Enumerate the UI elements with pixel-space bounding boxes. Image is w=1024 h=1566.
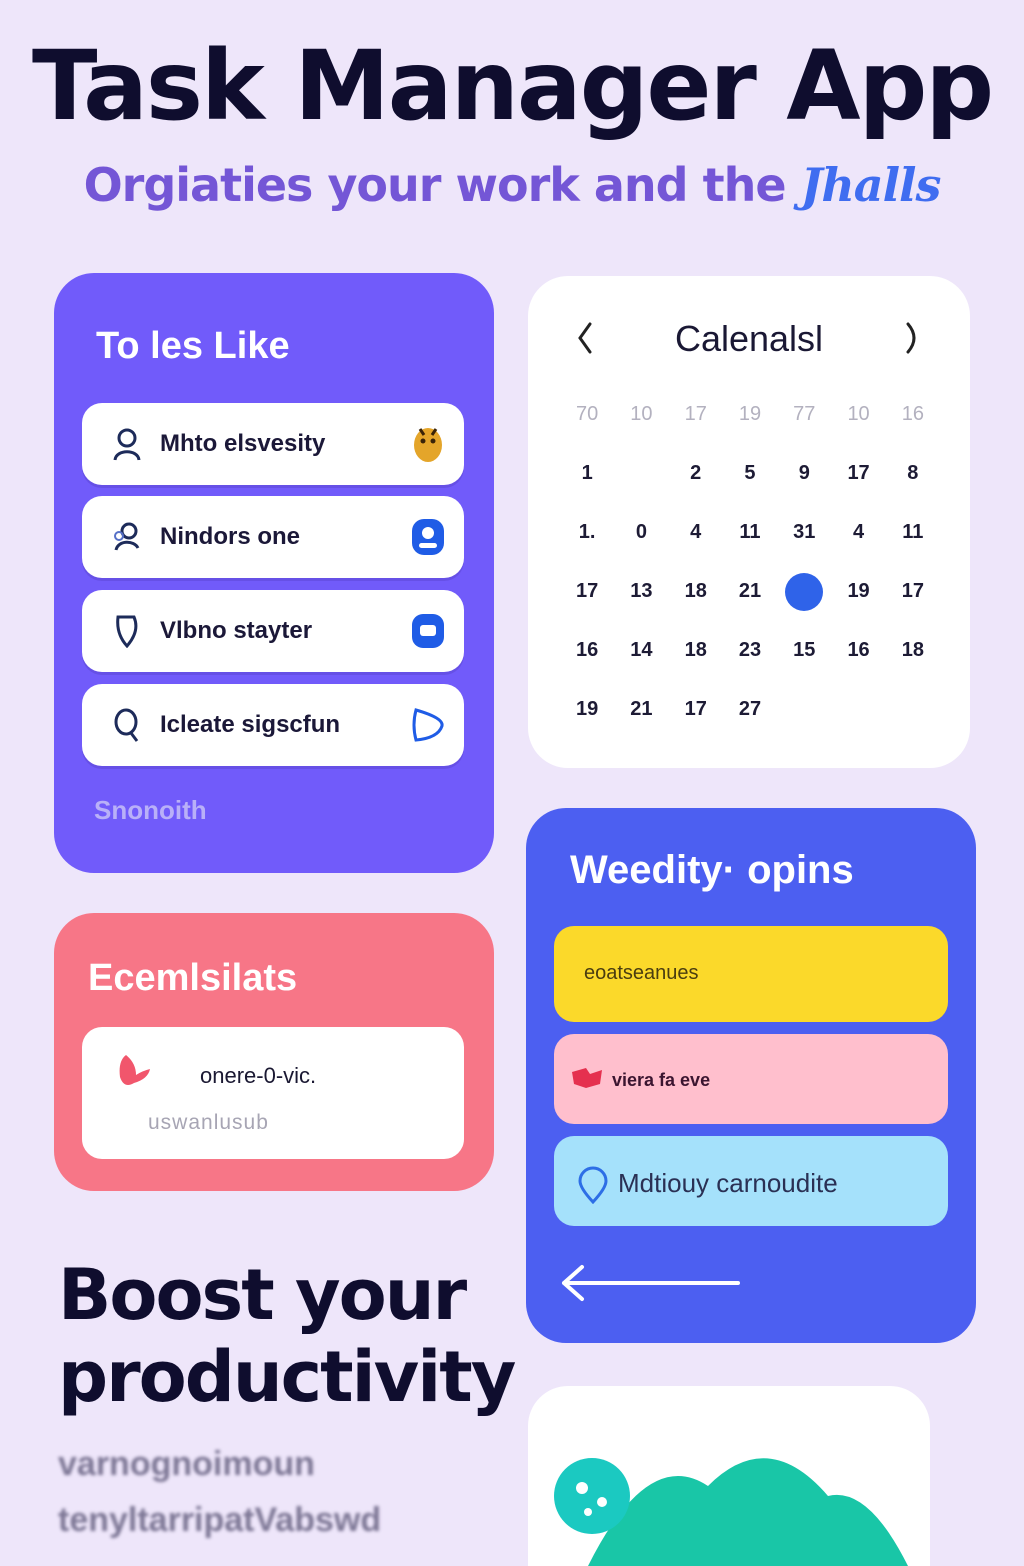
calendar-weekday-label: 10 (630, 403, 653, 425)
calendar-card: Calenalsl 70 10 17 19 77 10 16 1 2 5 9 17 8 1. 0 4 11 31 4… (528, 276, 970, 768)
calendar-weekday-label: 16 (901, 403, 924, 425)
calendar-weekday-label: 19 (738, 403, 762, 425)
subtitle-accent: Jhalls (800, 158, 942, 212)
calendar-day[interactable]: 19 (831, 577, 885, 606)
app-title: Task Manager App (31, 30, 994, 142)
users-icon (114, 522, 140, 551)
calendar-day[interactable]: 17 (831, 459, 885, 488)
calendar-day[interactable]: 5 (723, 459, 777, 488)
calendar-day[interactable]: 11 (723, 518, 777, 547)
calendar-day[interactable]: 31 (777, 518, 831, 547)
subtitle-text: Orgiaties your work and the (83, 158, 787, 212)
search-icon (114, 708, 139, 742)
todo-card: To les Like Mhto elsvesity Nindors one V… (54, 273, 494, 873)
calendar-day (777, 695, 831, 724)
calendar-day[interactable]: 15 (777, 636, 831, 665)
calendar-day[interactable]: 0 (614, 518, 668, 547)
email-message[interactable]: onere-0-vic. uswanlusub (82, 1027, 464, 1159)
calendar-day[interactable]: 1. (560, 518, 614, 547)
calendar-day[interactable]: 17 (669, 695, 723, 724)
calendar-day[interactable]: 2 (669, 459, 723, 488)
calendar-grid: 70 10 17 19 77 10 16 1 2 5 9 17 8 1. 0 4 11 31 4 11 17 13 18 21… (560, 400, 940, 724)
hills-illustration (554, 1458, 908, 1566)
boost-heading: Boost your productivity (58, 1254, 516, 1418)
calendar-day[interactable]: 21 (614, 695, 668, 724)
calendar-day (886, 695, 940, 724)
calendar-day[interactable]: 18 (886, 636, 940, 665)
calendar-day[interactable]: 13 (614, 577, 668, 606)
calendar-day[interactable]: 4 (831, 518, 885, 547)
calendar-weekday-label: 17 (684, 403, 707, 425)
boost-heading-line-2: productivity (58, 1336, 516, 1418)
weekly-item-pink[interactable]: viera fa eve (554, 1034, 948, 1124)
todo-title: To les Like (96, 325, 290, 367)
weekly-title: Weedity· opins (570, 848, 854, 892)
calendar-day[interactable]: 16 (831, 636, 885, 665)
calendar-day[interactable]: 17 (886, 577, 940, 606)
calendar-day[interactable]: 21 (723, 577, 777, 606)
arrow-left-icon[interactable] (558, 1263, 740, 1303)
email-title: Ecemlsilats (88, 957, 298, 999)
weekly-item-label: eoatseanues (584, 962, 699, 984)
boost-subtext-line-2: tenyltarripatVabswd (58, 1501, 382, 1539)
calendar-day[interactable]: 17 (560, 577, 614, 606)
calendar-day-selected[interactable]: ● (777, 572, 831, 611)
illustration-card (528, 1386, 930, 1566)
boost-subtext-line-1: varnognoimoun (58, 1445, 315, 1483)
calendar-day (831, 695, 885, 724)
todo-item[interactable]: Nindors one (82, 496, 464, 578)
user-icon (113, 428, 141, 461)
app-subtitle: Orgiaties your work and the Jhalls (0, 158, 1024, 212)
calendar-day[interactable]: 8 (886, 459, 940, 488)
weekly-item-label: Mdtiouy carnoudite (618, 1168, 838, 1198)
weekly-card: Weedity· opins eoatseanues viera fa eve … (526, 808, 976, 1343)
todo-item-label: Vlbno stayter (160, 617, 313, 644)
calendar-day[interactable]: 4 (669, 518, 723, 547)
email-line-1: onere-0-vic. (200, 1063, 317, 1088)
chevron-right-icon[interactable] (900, 320, 924, 356)
flag-icon (572, 1068, 602, 1088)
calendar-weekday-label: 70 (576, 403, 599, 425)
todo-item-label: Nindors one (160, 523, 301, 550)
calendar-day[interactable]: 11 (886, 518, 940, 547)
calendar-day[interactable]: 27 (723, 695, 777, 724)
location-pin-icon (578, 1166, 608, 1204)
todo-item[interactable]: Icleate sigscfun (82, 684, 464, 766)
shield-icon (116, 615, 138, 648)
calendar-day[interactable]: 18 (669, 577, 723, 606)
calendar-day[interactable]: 16 (560, 636, 614, 665)
email-line-2: uswanlusub (148, 1111, 269, 1134)
weekly-item-label: viera fa eve (612, 1070, 711, 1090)
calendar-day[interactable]: 9 (777, 459, 831, 488)
todo-item-label: Icleate sigscfun (160, 711, 341, 738)
todo-item[interactable]: Vlbno stayter (82, 590, 464, 672)
email-card: Ecemlsilats onere-0-vic. uswanlusub (54, 913, 494, 1191)
todo-footer-link[interactable]: Snonoith (94, 795, 207, 826)
chat-badge-icon (412, 614, 444, 648)
heart-icon (119, 1055, 150, 1085)
weekly-item-yellow[interactable]: eoatseanues (554, 926, 948, 1022)
todo-item[interactable]: Mhto elsvesity (82, 403, 464, 485)
calendar-day[interactable]: 23 (723, 636, 777, 665)
weekly-item-blue[interactable]: Mdtiouy carnoudite (554, 1136, 948, 1226)
calendar-day[interactable]: 1 (560, 459, 614, 488)
play-icon (412, 708, 444, 742)
calendar-day[interactable]: 14 (614, 636, 668, 665)
calendar-weekday-label: 77 (793, 403, 816, 425)
boost-heading-line-1: Boost your (58, 1254, 467, 1336)
boost-subtext: varnognoimoun tenyltarripatVabswd (58, 1436, 381, 1548)
calendar-day[interactable]: 18 (669, 636, 723, 665)
todo-item-label: Mhto elsvesity (160, 430, 326, 457)
mascot-icon (414, 428, 442, 462)
calendar-day (614, 459, 668, 488)
calendar-day[interactable]: 19 (560, 695, 614, 724)
profile-badge-icon (412, 519, 444, 555)
calendar-weekday-label: 10 (847, 403, 870, 425)
